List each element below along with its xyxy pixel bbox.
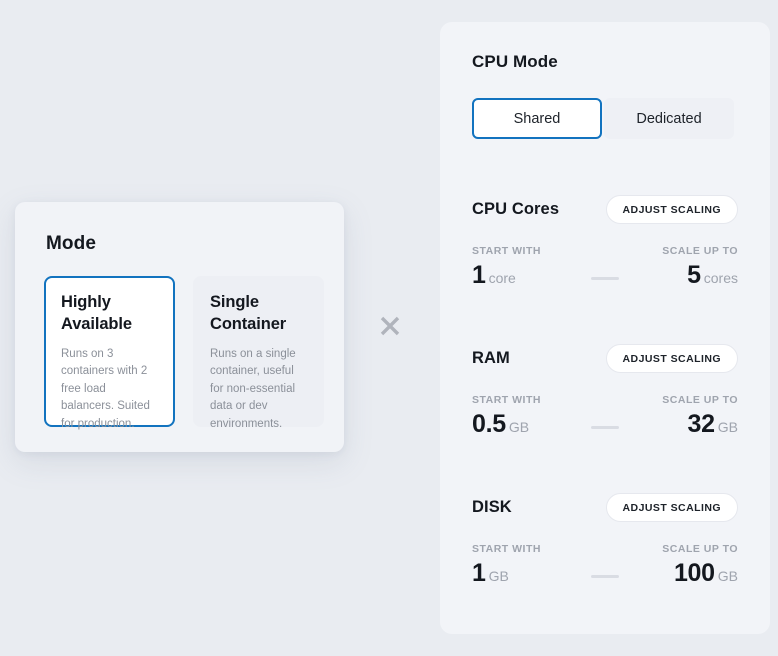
mode-option-group: Highly Available Runs on 3 containers wi… xyxy=(44,276,324,430)
scale-up-to-label: SCALE UP TO xyxy=(662,394,738,406)
resource-row-header: RAM ADJUST SCALING xyxy=(472,344,738,373)
start-unit: core xyxy=(488,270,516,286)
resource-row-disk: DISK ADJUST SCALING START WITH 1 GB SCALE… xyxy=(472,493,738,588)
resource-row-body: START WITH 1 core SCALE UP TO 5 cores xyxy=(472,245,738,290)
resources-panel: CPU Mode Shared Dedicated CPU Cores ADJU… xyxy=(440,22,770,634)
resource-start-column: START WITH 0.5 GB xyxy=(472,394,582,439)
mode-option-single-container[interactable]: Single Container Runs on a single contai… xyxy=(193,276,324,430)
resource-row-cpu-cores: CPU Cores ADJUST SCALING START WITH 1 cor… xyxy=(472,195,738,290)
resource-row-body: START WITH 1 GB SCALE UP TO 100 GB xyxy=(472,543,738,588)
resource-scale-column: SCALE UP TO 5 cores xyxy=(628,245,738,290)
cpu-mode-segmented-control: Shared Dedicated xyxy=(472,98,738,139)
scale-unit: cores xyxy=(703,270,738,286)
adjust-scaling-button-disk[interactable]: ADJUST SCALING xyxy=(605,493,738,522)
resource-start-column: START WITH 1 GB xyxy=(472,543,582,588)
resource-name: RAM xyxy=(472,349,510,367)
start-with-label: START WITH xyxy=(472,245,541,257)
panel-title: CPU Mode xyxy=(472,52,558,71)
cpu-mode-option-dedicated[interactable]: Dedicated xyxy=(604,98,734,139)
close-icon[interactable] xyxy=(374,310,406,342)
adjust-scaling-button-ram[interactable]: ADJUST SCALING xyxy=(605,344,738,373)
scale-unit: GB xyxy=(717,419,738,435)
start-number: 0.5 xyxy=(472,410,506,438)
mode-card-title: Mode xyxy=(46,233,97,254)
mode-option-title: Single Container xyxy=(210,293,287,333)
scale-number: 32 xyxy=(687,410,716,438)
resource-scale-column: SCALE UP TO 32 GB xyxy=(628,394,738,439)
start-value: 1 GB xyxy=(472,559,582,588)
range-separator xyxy=(591,575,619,578)
resource-name: CPU Cores xyxy=(472,200,560,218)
mode-option-highly-available[interactable]: Highly Available Runs on 3 containers wi… xyxy=(44,276,175,430)
scale-value: 100 GB xyxy=(628,559,738,588)
range-separator xyxy=(591,426,619,429)
start-number: 1 xyxy=(472,559,486,587)
resource-row-header: CPU Cores ADJUST SCALING xyxy=(472,195,738,224)
mode-option-description: Runs on 3 containers with 2 free load ba… xyxy=(61,347,150,430)
scale-number: 5 xyxy=(687,261,701,289)
start-unit: GB xyxy=(488,568,509,584)
scale-number: 100 xyxy=(673,559,715,587)
resource-row-ram: RAM ADJUST SCALING START WITH 0.5 GB SCAL… xyxy=(472,344,738,439)
scale-value: 32 GB xyxy=(628,410,738,439)
start-value: 0.5 GB xyxy=(472,410,582,439)
start-with-label: START WITH xyxy=(472,394,541,406)
start-with-label: START WITH xyxy=(472,543,541,555)
resource-scale-column: SCALE UP TO 100 GB xyxy=(628,543,738,588)
scale-unit: GB xyxy=(717,568,738,584)
adjust-scaling-button-cpu-cores[interactable]: ADJUST SCALING xyxy=(605,195,738,224)
start-value: 1 core xyxy=(472,261,582,290)
mode-option-title: Highly Available xyxy=(61,293,132,333)
scale-value: 5 cores xyxy=(628,261,738,290)
scale-up-to-label: SCALE UP TO xyxy=(662,245,738,257)
resource-row-header: DISK ADJUST SCALING xyxy=(472,493,738,522)
range-separator xyxy=(591,277,619,280)
mode-card: Mode Highly Available Runs on 3 containe… xyxy=(15,202,344,452)
resource-row-body: START WITH 0.5 GB SCALE UP TO 32 GB xyxy=(472,394,738,439)
start-number: 1 xyxy=(472,261,486,289)
resource-name: DISK xyxy=(472,498,512,516)
cpu-mode-option-shared[interactable]: Shared xyxy=(472,98,602,139)
scale-up-to-label: SCALE UP TO xyxy=(662,543,738,555)
resource-start-column: START WITH 1 core xyxy=(472,245,582,290)
start-unit: GB xyxy=(508,419,530,435)
mode-option-description: Runs on a single container, useful for n… xyxy=(210,347,296,430)
